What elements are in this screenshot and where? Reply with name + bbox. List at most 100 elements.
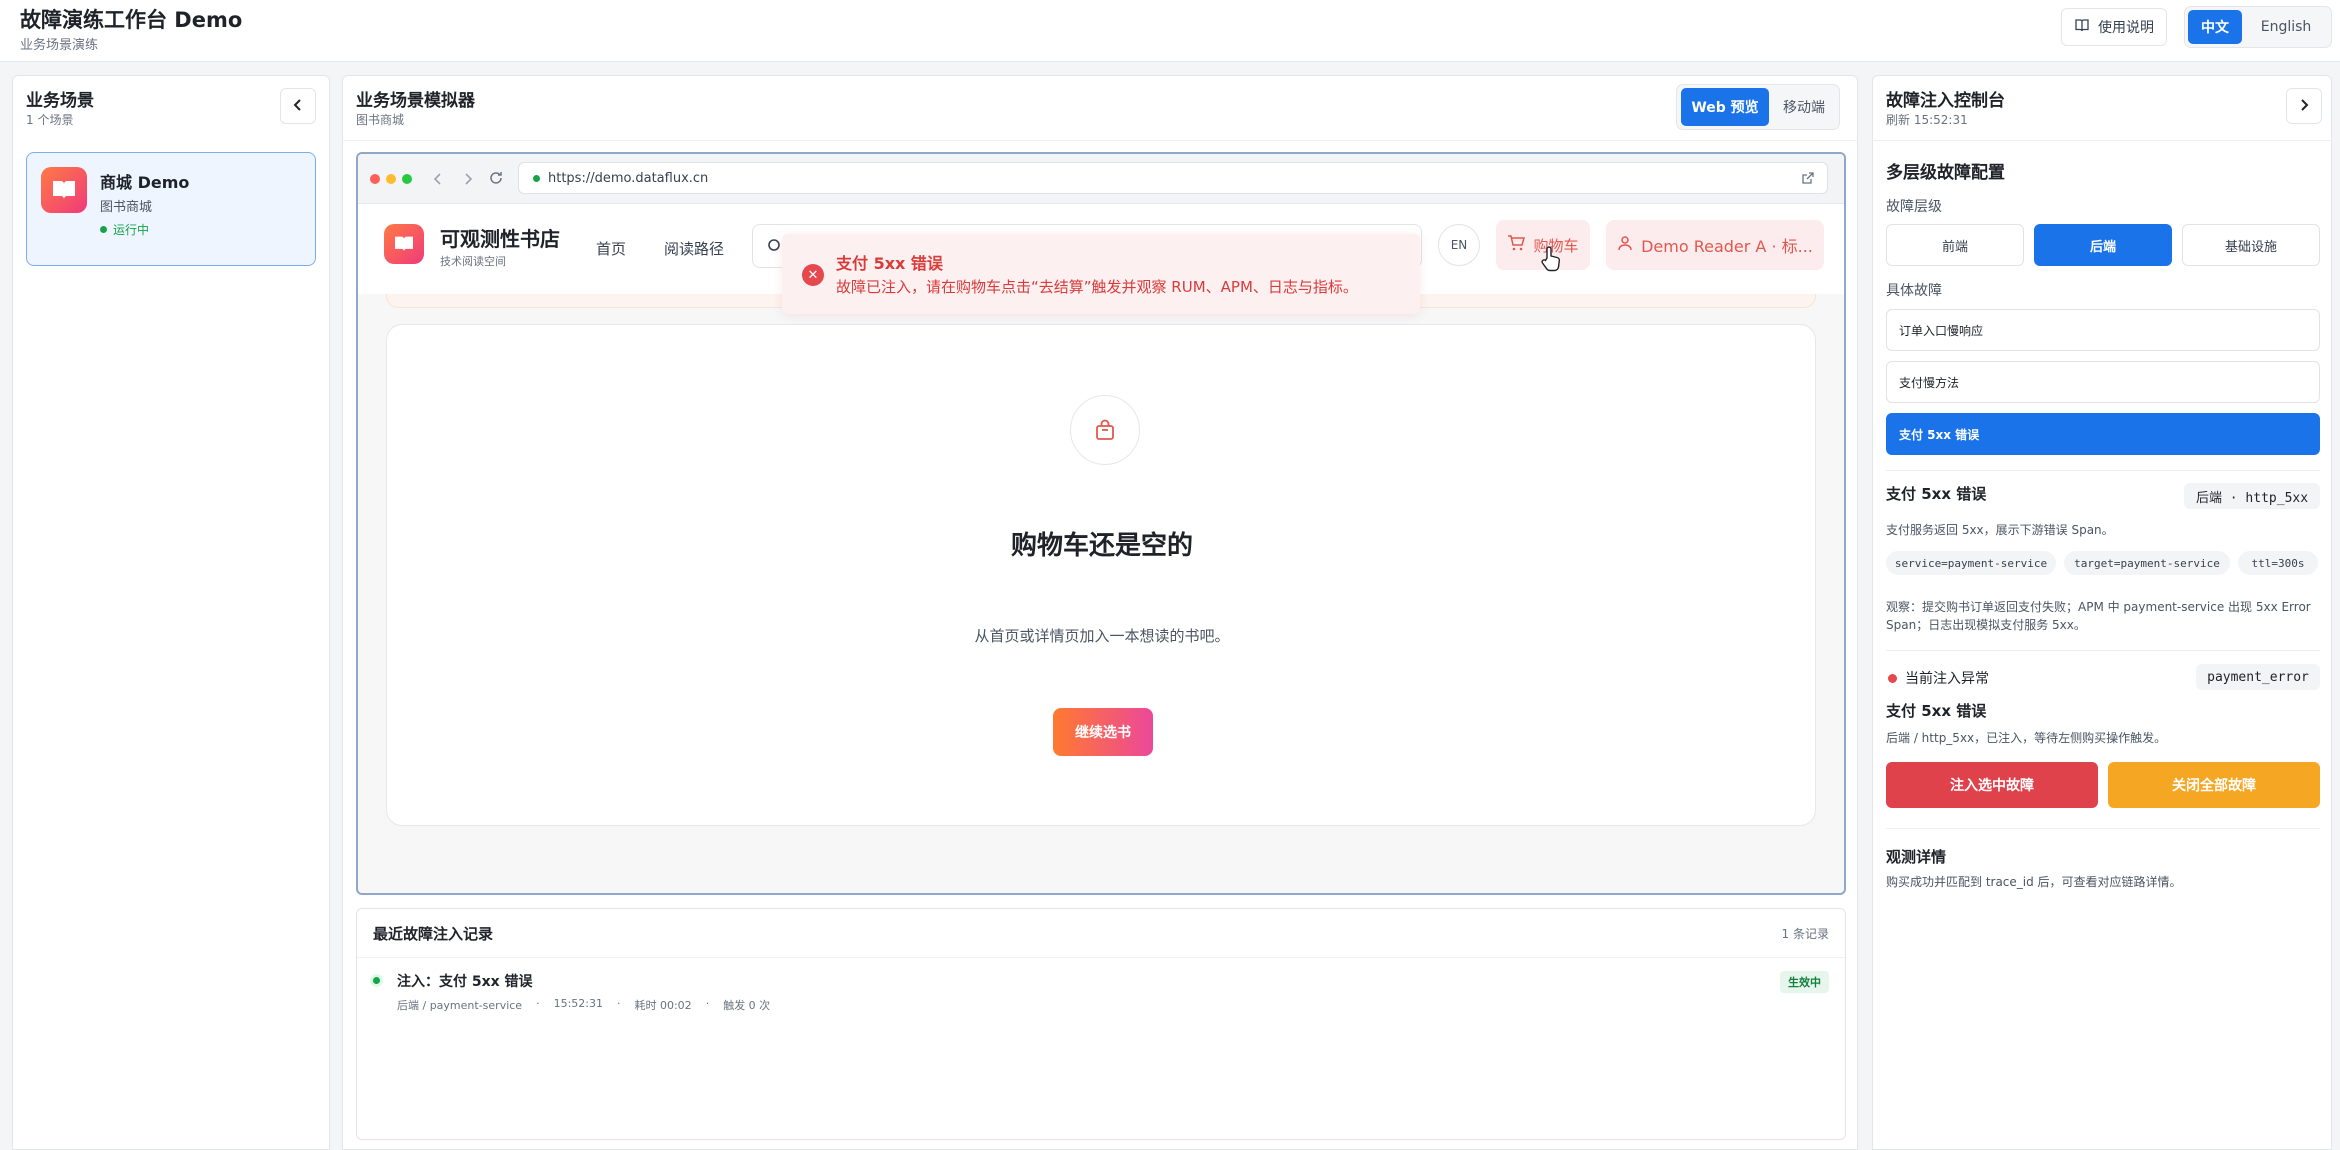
active-dot-icon bbox=[373, 977, 380, 984]
language-switch: 中文 English bbox=[2184, 6, 2332, 48]
mobile-preview-tab[interactable]: 移动端 bbox=[1773, 88, 1835, 126]
fault-detail-desc: 支付服务返回 5xx，展示下游错误 Span。 bbox=[1886, 523, 2114, 537]
empty-cart-card: 购物车还是空的 从首页或详情页加入一本想读的书吧。 继续选书 bbox=[386, 324, 1816, 826]
console-refresh-time: 刷新 15:52:31 bbox=[1886, 113, 1968, 127]
chip-target: target=payment-service bbox=[2064, 551, 2230, 575]
search-icon bbox=[767, 238, 783, 258]
address-bar[interactable]: https://demo.dataflux.cn bbox=[518, 162, 1828, 194]
minimize-dot-icon[interactable] bbox=[386, 174, 396, 184]
help-button[interactable]: 使用说明 bbox=[2061, 8, 2167, 46]
fault-option-payment-5xx[interactable]: 支付 5xx 错误 bbox=[1886, 413, 2320, 455]
empty-cart-subtitle: 从首页或详情页加入一本想读的书吧。 bbox=[974, 627, 1230, 645]
record-time: 15:52:31 bbox=[553, 997, 603, 1010]
store-lang-button[interactable]: EN bbox=[1438, 224, 1480, 266]
preview-mode-switch: Web 预览 移动端 bbox=[1676, 84, 1840, 130]
nav-home-link[interactable]: 首页 bbox=[596, 238, 626, 259]
current-injection-label: 当前注入异常 bbox=[1905, 671, 1989, 687]
continue-shopping-button[interactable]: 继续选书 bbox=[1053, 708, 1153, 756]
back-arrow-icon[interactable] bbox=[432, 171, 444, 190]
hand-pointer-icon bbox=[1540, 246, 1562, 276]
records-count: 1 条记录 bbox=[1781, 927, 1829, 941]
chip-ttl: ttl=300s bbox=[2238, 551, 2318, 575]
divider bbox=[1886, 828, 2320, 829]
collapse-console-button[interactable] bbox=[2286, 88, 2322, 124]
simulator-title: 业务场景模拟器 bbox=[356, 91, 475, 111]
browser-frame: https://demo.dataflux.cn 可观测性书店 技术阅读空间 首… bbox=[356, 152, 1846, 895]
app-subtitle: 业务场景演练 bbox=[20, 38, 99, 53]
top-bar: 故障演练工作台 Demo 业务场景演练 使用说明 中文 English bbox=[0, 0, 2340, 62]
config-title: 多层级故障配置 bbox=[1886, 163, 2005, 183]
separator: · bbox=[616, 997, 621, 1010]
fault-option-payment-slow[interactable]: 支付慢方法 bbox=[1886, 361, 2320, 403]
browser-chrome: https://demo.dataflux.cn bbox=[358, 154, 1844, 204]
maximize-dot-icon[interactable] bbox=[402, 174, 412, 184]
lang-en-button[interactable]: English bbox=[2246, 10, 2326, 44]
injection-records-panel: 最近故障注入记录 1 条记录 注入：支付 5xx 错误 后端 / payment… bbox=[356, 908, 1846, 1140]
divider bbox=[1872, 140, 2332, 141]
faults-label: 具体故障 bbox=[1886, 283, 1942, 299]
error-toast: ✕ 支付 5xx 错误 故障已注入，请在购物车点击“去结算”触发并观察 RUM、… bbox=[782, 234, 1420, 314]
url-text: https://demo.dataflux.cn bbox=[548, 170, 709, 186]
layer-label: 故障层级 bbox=[1886, 199, 1942, 215]
book-logo-icon bbox=[41, 167, 87, 213]
separator: · bbox=[705, 997, 710, 1010]
fault-detail-name: 支付 5xx 错误 bbox=[1886, 485, 1987, 503]
store-logo-icon[interactable] bbox=[384, 224, 424, 264]
current-injection-code: payment_error bbox=[2196, 664, 2320, 690]
record-name: 注入：支付 5xx 错误 bbox=[397, 974, 533, 990]
record-meta: 后端 / payment-service · 15:52:31 · 耗时 00:… bbox=[397, 997, 770, 1013]
chevron-right-icon bbox=[2297, 97, 2311, 116]
layer-infra-button[interactable]: 基础设施 bbox=[2182, 224, 2320, 266]
close-dot-icon[interactable] bbox=[370, 174, 380, 184]
external-link-icon[interactable] bbox=[1801, 171, 1815, 189]
status-dot-icon bbox=[100, 226, 107, 233]
collapse-sidebar-button[interactable] bbox=[280, 88, 316, 124]
current-injection-desc: 后端 / http_5xx，已注入，等待左侧购买操作触发。 bbox=[1886, 731, 2167, 745]
observe-detail-title: 观测详情 bbox=[1886, 848, 1947, 866]
chip-service: service=payment-service bbox=[1886, 551, 2056, 575]
divider bbox=[342, 140, 1858, 141]
close-all-faults-button[interactable]: 关闭全部故障 bbox=[2108, 762, 2320, 808]
chevron-left-icon bbox=[291, 97, 305, 116]
console-title: 故障注入控制台 bbox=[1886, 91, 2005, 111]
scene-status-label: 运行中 bbox=[113, 223, 150, 237]
divider bbox=[1886, 470, 2320, 471]
fault-detail-code: 后端 · http_5xx bbox=[2184, 483, 2320, 509]
status-badge: 生效中 bbox=[1780, 971, 1829, 993]
lang-zh-button[interactable]: 中文 bbox=[2188, 10, 2242, 44]
scene-card[interactable]: 商城 Demo 图书商城 运行中 bbox=[26, 152, 316, 266]
fault-observe-text: 观察：提交购书订单返回支付失败；APM 中 payment-service 出现… bbox=[1886, 600, 2311, 632]
toast-title: 支付 5xx 错误 bbox=[836, 254, 943, 273]
nav-reading-path-link[interactable]: 阅读路径 bbox=[664, 238, 724, 259]
sidebar-count: 1 个场景 bbox=[26, 113, 74, 127]
toast-message: 故障已注入，请在购物车点击“去结算”触发并观察 RUM、APM、日志与指标。 bbox=[836, 278, 1358, 296]
observe-detail-desc: 购买成功并匹配到 trace_id 后，可查看对应链路详情。 bbox=[1886, 875, 2182, 889]
secure-dot-icon bbox=[533, 174, 540, 182]
alert-dot-icon bbox=[1888, 674, 1897, 683]
store-tagline: 技术阅读空间 bbox=[440, 255, 506, 268]
sidebar-title: 业务场景 bbox=[26, 91, 94, 111]
layer-frontend-button[interactable]: 前端 bbox=[1886, 224, 2024, 266]
records-title: 最近故障注入记录 bbox=[373, 925, 494, 943]
scene-status: 运行中 bbox=[100, 221, 149, 238]
empty-cart-title: 购物车还是空的 bbox=[1010, 531, 1193, 561]
user-icon bbox=[1617, 235, 1633, 255]
shopping-bag-icon bbox=[1070, 395, 1140, 465]
forward-arrow-icon[interactable] bbox=[462, 171, 474, 190]
scene-type: 图书商城 bbox=[100, 200, 153, 215]
store-name: 可观测性书店 bbox=[440, 227, 560, 251]
web-preview-tab[interactable]: Web 预览 bbox=[1681, 88, 1769, 126]
reload-icon[interactable] bbox=[488, 170, 504, 190]
scene-name: 商城 Demo bbox=[100, 173, 190, 192]
record-duration: 耗时 00:02 bbox=[634, 999, 692, 1012]
current-injection-name: 支付 5xx 错误 bbox=[1886, 702, 1987, 720]
fault-option-order-slow[interactable]: 订单入口慢响应 bbox=[1886, 309, 2320, 351]
simulator-subtitle: 图书商城 bbox=[356, 113, 405, 127]
record-target: 后端 / payment-service bbox=[397, 999, 523, 1012]
user-menu-button[interactable]: Demo Reader A · 标... bbox=[1606, 220, 1824, 270]
divider bbox=[357, 957, 1845, 958]
inject-fault-button[interactable]: 注入选中故障 bbox=[1886, 762, 2098, 808]
divider bbox=[1886, 650, 2320, 651]
layer-backend-button[interactable]: 后端 bbox=[2034, 224, 2172, 266]
app-title: 故障演练工作台 Demo bbox=[20, 8, 243, 32]
